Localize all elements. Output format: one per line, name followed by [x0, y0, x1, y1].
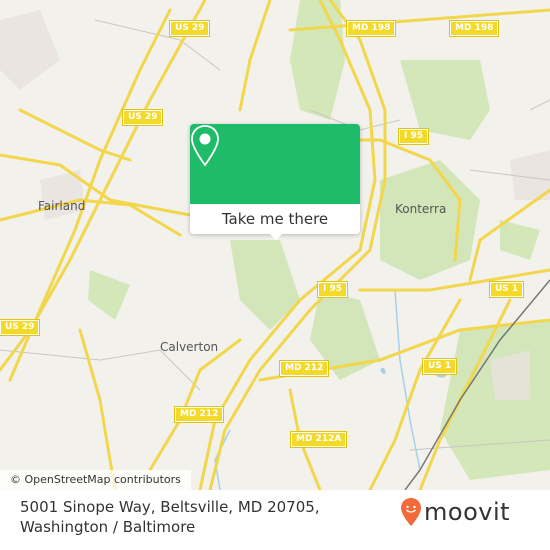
map-pin-icon — [191, 125, 219, 167]
map-base — [0, 0, 550, 490]
place-label-konterra: Konterra — [395, 202, 447, 216]
road-shield-us1: US 1 — [421, 358, 458, 375]
road-shield-us1: US 1 — [488, 281, 525, 298]
popup-header — [190, 124, 360, 204]
moovit-wordmark: moovit — [424, 498, 511, 526]
road-shield-i95: I 95 — [316, 281, 349, 298]
map[interactable]: US 29 US 29 US 29 MD 198 MD 198 I 95 I 9… — [0, 0, 550, 490]
road-shield-md212: MD 212 — [173, 406, 225, 423]
road-shield-md198: MD 198 — [448, 20, 500, 37]
place-label-calverton: Calverton — [160, 340, 219, 354]
place-label-fairland: Fairland — [38, 199, 86, 213]
road-shield-us29: US 29 — [168, 20, 211, 37]
address-text: 5001 Sinope Way, Beltsville, MD 20705, W… — [20, 498, 320, 536]
road-shield-md212: MD 212 — [278, 360, 330, 377]
map-attribution[interactable]: © OpenStreetMap contributors — [0, 470, 191, 490]
road-shield-us29: US 29 — [121, 109, 164, 126]
moovit-logo[interactable]: moovit — [400, 497, 510, 527]
road-shield-md212a: MD 212A — [289, 431, 348, 448]
take-me-there-button[interactable]: Take me there — [190, 204, 360, 234]
moovit-pin-icon — [401, 498, 421, 526]
road-shield-i95: I 95 — [397, 128, 430, 145]
road-shield-us29: US 29 — [0, 319, 41, 336]
popup-pointer — [268, 232, 284, 240]
location-popup: Take me there — [190, 124, 360, 240]
road-shield-md198: MD 198 — [345, 20, 397, 37]
